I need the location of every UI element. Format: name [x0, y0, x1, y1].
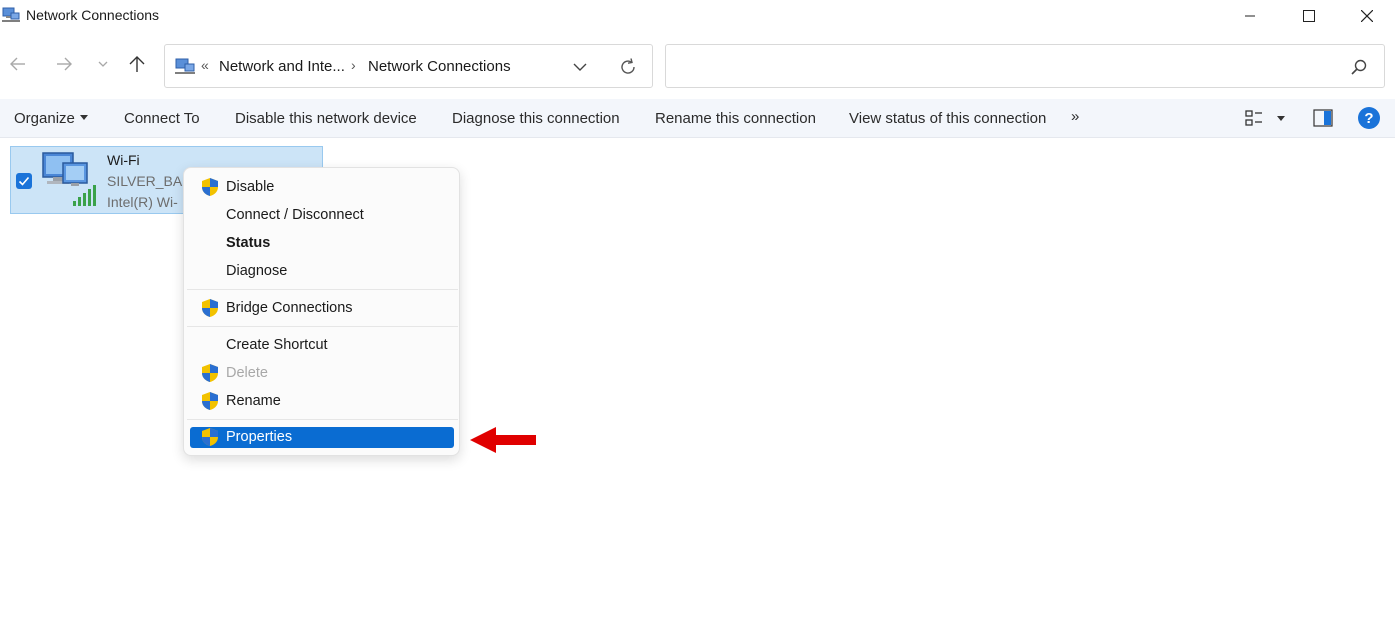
arrow-up-icon [129, 56, 145, 72]
preview-pane-icon[interactable] [1313, 109, 1333, 127]
menu-separator [187, 289, 458, 290]
arrow-left-icon [10, 57, 25, 71]
menu-item-bridge-connections[interactable]: Bridge Connections [190, 296, 454, 320]
checkmark-icon [18, 176, 30, 186]
selection-checkbox[interactable] [16, 173, 32, 189]
connect-to-button[interactable]: Connect To [124, 110, 200, 127]
rename-connection-button[interactable]: Rename this connection [655, 110, 816, 127]
menu-item-label: Bridge Connections [226, 300, 353, 316]
menu-item-label: Status [226, 235, 271, 251]
navigation-row: « Network and Inte... › Network Connecti… [0, 40, 1395, 92]
menu-item-label: Rename [226, 393, 281, 409]
change-view-icon[interactable] [1244, 108, 1264, 128]
maximize-button[interactable] [1280, 0, 1338, 32]
wifi-adapter-icon [42, 152, 96, 206]
menu-item-label: Create Shortcut [226, 337, 328, 353]
menu-item-diagnose[interactable]: Diagnose [190, 259, 454, 283]
network-connections-app-icon [2, 7, 20, 22]
view-options-caret-icon[interactable] [1277, 116, 1285, 121]
context-menu: Disable Connect / Disconnect Status Diag… [183, 167, 460, 456]
diagnose-connection-button[interactable]: Diagnose this connection [452, 110, 620, 127]
menu-item-label: Delete [226, 365, 268, 381]
close-icon [1361, 10, 1373, 22]
uac-shield-icon [202, 178, 218, 196]
chevron-down-icon [98, 61, 108, 67]
caret-down-icon [79, 114, 88, 120]
organize-menu[interactable]: Organize [14, 110, 88, 127]
breadcrumb-network-connections[interactable]: Network Connections [368, 58, 511, 75]
red-arrow-annotation-icon [470, 427, 536, 453]
uac-shield-icon [202, 428, 218, 446]
more-commands-button[interactable]: » [1071, 108, 1079, 125]
close-button[interactable] [1338, 0, 1395, 32]
breadcrumb-separator[interactable]: › [351, 57, 356, 73]
minimize-button[interactable] [1221, 0, 1279, 32]
command-bar: Organize Connect To Disable this network… [0, 99, 1395, 138]
search-icon [1351, 59, 1367, 75]
menu-item-delete: Delete [190, 361, 454, 385]
forward-button[interactable] [50, 50, 78, 78]
menu-item-status[interactable]: Status [190, 231, 454, 255]
connection-ssid: SILVER_BAS [107, 173, 192, 189]
disable-device-button[interactable]: Disable this network device [235, 110, 417, 127]
menu-item-label: Disable [226, 179, 275, 195]
back-button[interactable] [4, 50, 32, 78]
title-bar: Network Connections [0, 0, 1395, 32]
arrow-right-icon [57, 57, 72, 71]
uac-shield-icon [202, 392, 218, 410]
uac-shield-icon [202, 364, 218, 382]
minimize-icon [1245, 15, 1255, 17]
chevron-down-icon[interactable] [570, 57, 590, 77]
menu-item-label: Properties [226, 429, 293, 445]
address-bar[interactable]: « Network and Inte... › Network Connecti… [164, 44, 653, 88]
adapter-name: Intel(R) Wi- [107, 194, 178, 210]
menu-separator [187, 419, 458, 420]
uac-shield-icon [202, 299, 218, 317]
help-button[interactable]: ? [1358, 107, 1380, 129]
menu-separator [187, 326, 458, 327]
menu-item-label: Connect / Disconnect [226, 207, 364, 223]
search-input[interactable] [665, 44, 1385, 88]
refresh-icon[interactable] [617, 56, 639, 78]
menu-item-rename[interactable]: Rename [190, 389, 454, 413]
breadcrumb-network-and-internet[interactable]: Network and Inte... [219, 58, 345, 75]
connection-name: Wi-Fi [107, 152, 140, 168]
menu-item-connect-disconnect[interactable]: Connect / Disconnect [190, 203, 454, 227]
menu-item-create-shortcut[interactable]: Create Shortcut [190, 333, 454, 357]
organize-label: Organize [14, 110, 75, 127]
maximize-icon [1303, 10, 1315, 22]
network-folder-icon [175, 58, 195, 74]
breadcrumb-overflow[interactable]: « [201, 57, 209, 73]
menu-item-properties[interactable]: Properties [190, 427, 454, 448]
view-status-button[interactable]: View status of this connection [849, 110, 1046, 127]
menu-item-label: Diagnose [226, 263, 288, 279]
menu-item-disable[interactable]: Disable [190, 175, 454, 199]
window-title: Network Connections [26, 7, 160, 23]
recent-locations-button[interactable] [89, 50, 117, 78]
up-button[interactable] [123, 50, 151, 78]
